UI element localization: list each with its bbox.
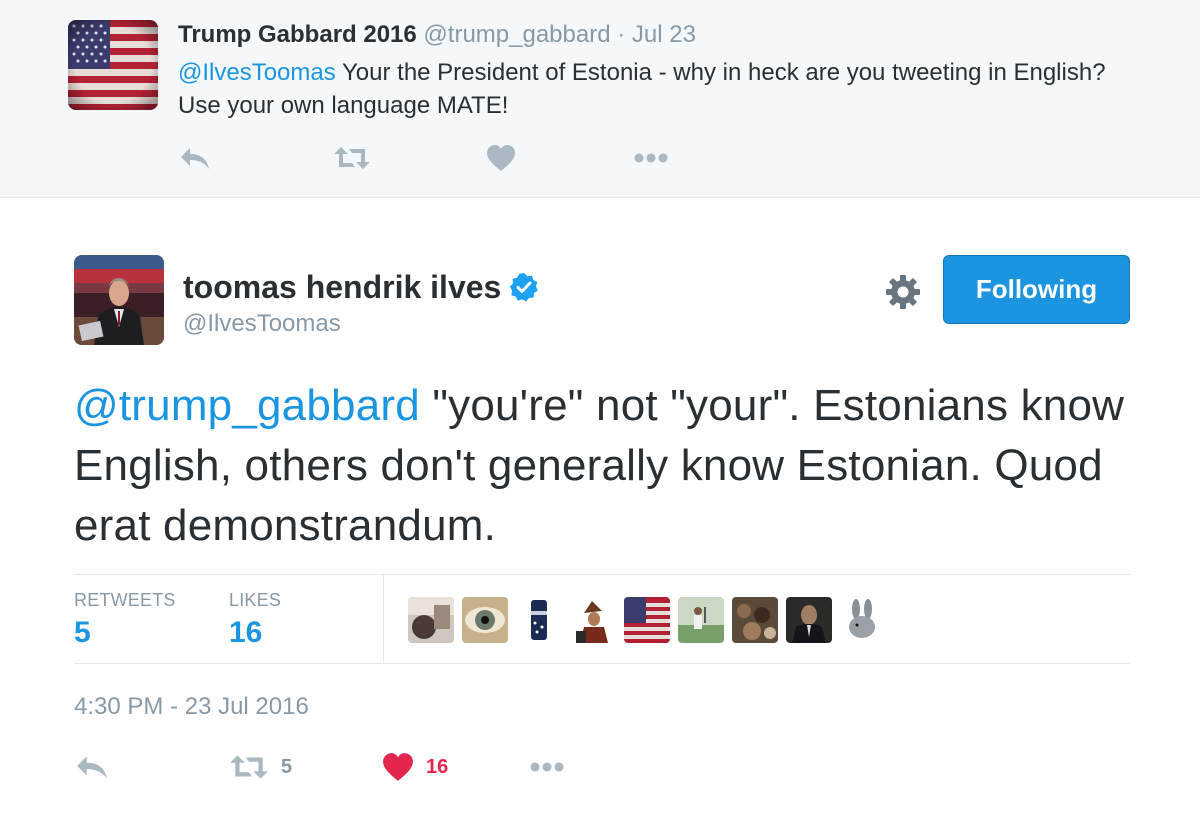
parent-tweet-header: Trump Gabbard 2016 @trump_gabbard · Jul … [178, 20, 696, 50]
stats-divider [383, 575, 384, 663]
liker-avatar-rabbit[interactable] [840, 597, 886, 643]
retweet-count: 5 [281, 755, 293, 778]
more-icon[interactable] [529, 750, 565, 784]
likes-stat[interactable]: LIKES 16 [229, 589, 281, 651]
gear-icon[interactable] [884, 273, 922, 311]
tweet-actions: 5 16 [74, 750, 674, 784]
retweet-icon [229, 753, 269, 781]
header-separator: · [617, 21, 626, 48]
liker-avatar[interactable] [678, 597, 724, 643]
liker-avatar[interactable] [786, 597, 832, 643]
likes-label: LIKES [229, 590, 282, 610]
likes-count: 16 [229, 616, 263, 649]
parent-mention-link[interactable]: @IlvesToomas [178, 59, 336, 86]
parent-author-handle[interactable]: @trump_gabbard [423, 21, 610, 48]
liker-avatar[interactable] [408, 597, 454, 643]
author-name[interactable]: toomas hendrik ilves [183, 268, 539, 306]
liker-avatar-flag[interactable] [624, 597, 670, 643]
retweets-label: RETWEETS [74, 590, 176, 610]
like-button[interactable]: 16 [382, 750, 448, 784]
tweet-stats: RETWEETS 5 LIKES 16 [74, 574, 1130, 664]
like-count: 16 [426, 755, 449, 778]
parent-avatar[interactable] [68, 20, 158, 110]
parent-tweet-text: @IlvesToomas Your the President of Eston… [178, 56, 1138, 122]
liker-avatar-eye[interactable] [462, 597, 508, 643]
mention-link[interactable]: @trump_gabbard [74, 381, 420, 430]
parent-author-name[interactable]: Trump Gabbard 2016 [178, 21, 417, 48]
retweet-icon[interactable] [333, 143, 371, 173]
retweets-count: 5 [74, 616, 91, 649]
more-icon[interactable] [633, 143, 669, 173]
heart-icon [382, 752, 414, 782]
liker-avatar[interactable] [732, 597, 778, 643]
like-icon[interactable] [486, 143, 516, 173]
liker-avatar-can[interactable] [516, 597, 562, 643]
parent-tweet-actions [178, 143, 698, 173]
parent-tweet-date[interactable]: Jul 23 [632, 21, 696, 48]
retweets-stat[interactable]: RETWEETS 5 [74, 589, 176, 651]
liker-avatar[interactable] [570, 597, 616, 643]
author-name-text[interactable]: toomas hendrik ilves [183, 268, 501, 306]
reply-icon[interactable] [178, 143, 212, 173]
author-handle[interactable]: @IlvesToomas [183, 309, 341, 339]
tweet-timestamp[interactable]: 4:30 PM - 23 Jul 2016 [74, 692, 309, 722]
parent-tweet: Trump Gabbard 2016 @trump_gabbard · Jul … [0, 0, 1200, 198]
reply-icon[interactable] [74, 750, 110, 784]
tweet-text: @trump_gabbard "you're" not "your". Esto… [74, 376, 1154, 556]
retweet-button[interactable]: 5 [229, 750, 292, 784]
following-button[interactable]: Following [943, 255, 1130, 324]
verified-badge-icon [509, 272, 539, 302]
author-avatar[interactable] [74, 255, 164, 345]
